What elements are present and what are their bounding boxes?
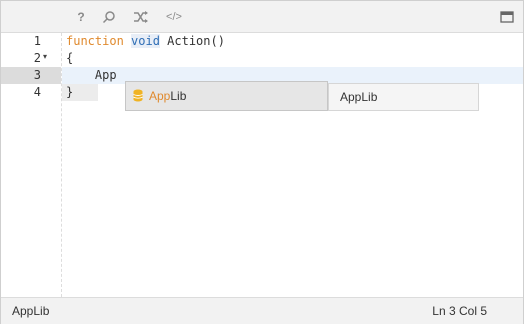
help-icon[interactable]: ? [72, 8, 90, 26]
line-number: 2 [33, 51, 41, 65]
status-bar: AppLib Ln 3 Col 5 [1, 297, 523, 324]
function-signature: Action() [159, 34, 225, 48]
line-number: 3 [33, 68, 41, 82]
line-number-gutter: 1 2 ▾ 3 4 [1, 33, 62, 297]
autocomplete-item[interactable]: AppLib [125, 81, 328, 111]
toolbar: ? </> [1, 1, 523, 33]
library-icon [133, 89, 143, 102]
editor-window: ? </> 1 2 ▾ 3 4 function void Action() {… [0, 0, 524, 324]
autocomplete-match: App [149, 89, 171, 103]
shuffle-icon[interactable] [132, 8, 150, 26]
code-line: { [66, 51, 74, 65]
keyword-void: void [131, 34, 160, 48]
code-editor[interactable]: 1 2 ▾ 3 4 function void Action() { App } [1, 33, 523, 297]
cursor-position: Ln 3 Col 5 [432, 304, 487, 318]
code-line: } [66, 85, 74, 99]
autocomplete-label: AppLib [149, 82, 186, 110]
code-line: function void Action() [66, 33, 225, 50]
fold-arrow-icon[interactable]: ▾ [43, 52, 47, 61]
keyword-function: function [66, 34, 124, 48]
window-icon[interactable] [498, 8, 516, 26]
autocomplete-doc-popup: AppLib [328, 83, 479, 111]
line-number: 4 [33, 85, 41, 99]
line-number: 1 [33, 34, 41, 48]
status-context: AppLib [12, 304, 50, 318]
code-line: App [66, 68, 117, 82]
code-icon[interactable]: </> [164, 8, 184, 26]
autocomplete-rest: Lib [170, 89, 187, 103]
search-icon[interactable] [100, 8, 118, 26]
doc-label: AppLib [340, 90, 378, 104]
